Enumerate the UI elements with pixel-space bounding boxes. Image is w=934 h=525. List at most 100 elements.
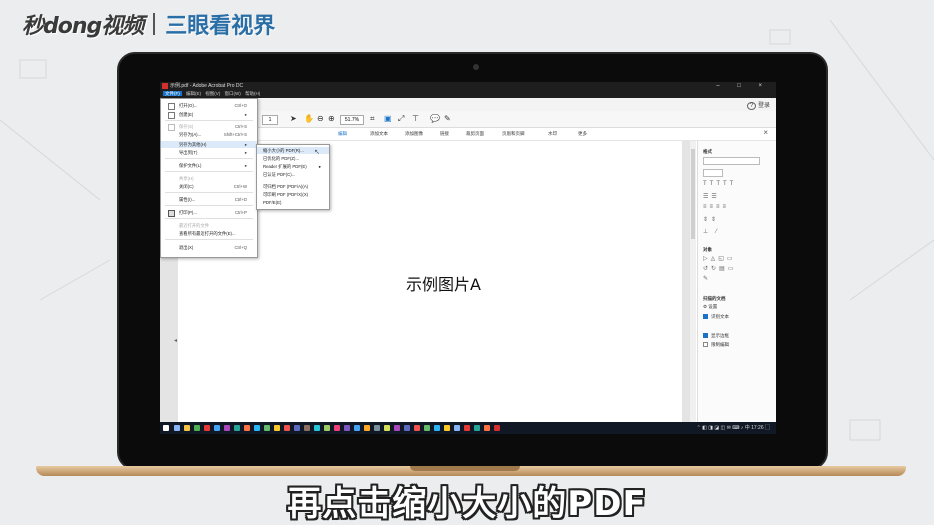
taskbar-app-icon[interactable] <box>334 425 340 431</box>
header-footer-button[interactable]: 页眉和页脚 <box>502 131 525 137</box>
start-icon[interactable] <box>163 425 169 431</box>
show-bbox-checkbox[interactable] <box>703 333 708 338</box>
window-controls[interactable]: – □ × <box>716 82 770 90</box>
fit-page-icon[interactable]: ▣ <box>384 114 392 123</box>
menu-help[interactable]: 帮助(H) <box>245 91 260 96</box>
taskbar-app-icon[interactable] <box>224 425 230 431</box>
taskbar-app-icon[interactable] <box>214 425 220 431</box>
taskbar-app-icon[interactable] <box>254 425 260 431</box>
edit-button[interactable]: 编辑 <box>338 131 347 137</box>
select-cursor-icon[interactable]: ➤ <box>290 114 297 123</box>
scrollbar-thumb[interactable] <box>691 149 695 239</box>
menu-item-export[interactable]: 导出到(T) ▸ <box>161 149 257 156</box>
help-icon[interactable]: ? <box>746 102 757 110</box>
restrict-edit-checkbox[interactable] <box>703 342 708 347</box>
taskbar-app-icon[interactable] <box>424 425 430 431</box>
taskbar-app-icon[interactable] <box>284 425 290 431</box>
submenu-item-pdfe[interactable]: PDF/E(E) <box>257 199 329 206</box>
taskbar-app-icon[interactable] <box>354 425 360 431</box>
font-size-select[interactable] <box>703 169 723 177</box>
taskbar-app-icon[interactable] <box>204 425 210 431</box>
list-icons[interactable]: ☰☰ <box>703 193 720 200</box>
zoom-in-icon[interactable]: ⊕ <box>328 114 335 123</box>
font-select[interactable] <box>703 157 760 165</box>
taskbar-app-icon[interactable] <box>474 425 480 431</box>
submenu-item-optimized-pdf[interactable]: 已优化的 PDF(Z)... <box>257 155 329 162</box>
menu-item-print[interactable]: 打印(P)... Ctrl+P <box>161 209 257 217</box>
zoom-input[interactable]: 51.7% <box>340 115 364 125</box>
taskbar-app-icon[interactable] <box>324 425 330 431</box>
taskbar-app-icon[interactable] <box>484 425 490 431</box>
menu-item-label: 保护文件(L) <box>179 163 202 168</box>
taskbar-app-icon[interactable] <box>394 425 400 431</box>
scale-icons[interactable]: ⊥ ⁄ <box>703 228 720 235</box>
menu-item-open[interactable]: 打开(O)... Ctrl+O <box>161 102 257 110</box>
taskbar-app-icon[interactable] <box>444 425 450 431</box>
page-number-input[interactable]: 1 <box>262 115 278 125</box>
vertical-scrollbar[interactable] <box>690 141 696 422</box>
menu-item-protect[interactable]: 保护文件(L) ▸ <box>161 162 257 169</box>
taskbar-app-icon[interactable] <box>194 425 200 431</box>
submenu-item-pdfa[interactable]: 可归档 PDF (PDF/A)(A) <box>257 183 329 190</box>
menu-view[interactable]: 视图(V) <box>205 91 220 96</box>
read-mode-icon[interactable]: ⊤ <box>412 114 419 123</box>
taskbar-app-icon[interactable] <box>314 425 320 431</box>
taskbar-app-icon[interactable] <box>414 425 420 431</box>
taskbar-app-icon[interactable] <box>234 425 240 431</box>
more-button[interactable]: 更多 <box>578 131 587 137</box>
menu-item-save-as[interactable]: 另存为(A)... Shift+Ctrl+S <box>161 131 257 138</box>
crop-icon[interactable]: ⌗ <box>370 114 375 124</box>
menu-item-save[interactable]: 保存(S) Ctrl+S <box>161 123 257 131</box>
object-tools-icons[interactable]: ▷◬◱▭ <box>703 255 736 262</box>
menu-window[interactable]: 窗口(W) <box>225 91 241 96</box>
taskbar-app-icon[interactable] <box>274 425 280 431</box>
pen-icon[interactable]: ✎ <box>444 114 451 123</box>
taskbar-app-icon[interactable] <box>184 425 190 431</box>
taskbar-app-icon[interactable] <box>454 425 460 431</box>
taskbar-app-icon[interactable] <box>374 425 380 431</box>
hand-icon[interactable]: ✋ <box>304 114 314 123</box>
recognize-text-checkbox[interactable] <box>703 314 708 319</box>
add-image-button[interactable]: 添加图像 <box>405 131 423 137</box>
taskbar-app-icon[interactable] <box>174 425 180 431</box>
text-style-icons[interactable]: TTTTT <box>703 181 736 187</box>
rotate-icons[interactable]: ↺↻▤▭ <box>703 265 736 272</box>
submenu-item-pdfx[interactable]: 可印刷 PDF (PDF/X)(X) <box>257 191 329 198</box>
menu-file[interactable]: 文件(F) <box>163 91 182 96</box>
submenu-item-reader-extended[interactable]: Reader 扩展的 PDF(E) ▸ <box>257 163 329 170</box>
watermark-button[interactable]: 水印 <box>548 131 557 137</box>
comment-icon[interactable]: 💬 <box>430 114 440 123</box>
add-text-button[interactable]: 添加文本 <box>370 131 388 137</box>
settings-link[interactable]: ⚙ 设置 <box>703 304 717 310</box>
taskbar-acrobat-icon[interactable] <box>494 425 500 431</box>
link-button[interactable]: 链接 <box>440 131 449 137</box>
menu-item-view-recent[interactable]: 查看所有最近打开的文件(E)... <box>161 230 257 237</box>
menu-item-exit[interactable]: 退出(X) Ctrl+Q <box>161 244 257 251</box>
menu-item-create[interactable]: 创建(E) ▸ <box>161 111 257 119</box>
menu-item-properties[interactable]: 属性(I)... Ctrl+D <box>161 196 257 203</box>
menu-item-share[interactable]: 共享(H) <box>161 175 257 182</box>
menu-edit[interactable]: 编辑(E) <box>186 91 201 96</box>
align-icons[interactable]: ≡≡≡≡ <box>703 204 729 210</box>
left-pane-toggle-icon[interactable]: ◂ <box>174 337 177 344</box>
zoom-out-icon[interactable]: ⊖ <box>317 114 324 123</box>
edit-object-icon[interactable]: ✎ <box>703 275 711 282</box>
menu-item-save-as-other[interactable]: 另存为其他(H) ▸ <box>161 141 257 148</box>
menu-item-close[interactable]: 关闭(C) Ctrl+W <box>161 183 257 190</box>
taskbar-app-icon[interactable] <box>344 425 350 431</box>
login-link[interactable]: 登录 <box>758 103 770 109</box>
spacing-icons[interactable]: ⇕⇕ <box>703 216 719 223</box>
close-edit-icon[interactable]: × <box>763 128 768 137</box>
taskbar-app-icon[interactable] <box>264 425 270 431</box>
taskbar-app-icon[interactable] <box>364 425 370 431</box>
taskbar-app-icon[interactable] <box>384 425 390 431</box>
full-screen-icon[interactable]: ⤢ <box>398 114 404 124</box>
taskbar-app-icon[interactable] <box>294 425 300 431</box>
taskbar-app-icon[interactable] <box>464 425 470 431</box>
submenu-item-certified-pdf[interactable]: 已认证 PDF(C)... <box>257 171 329 178</box>
taskbar-app-icon[interactable] <box>404 425 410 431</box>
taskbar-app-icon[interactable] <box>304 425 310 431</box>
taskbar-app-icon[interactable] <box>434 425 440 431</box>
taskbar-app-icon[interactable] <box>244 425 250 431</box>
crop-pages-button[interactable]: 裁剪页面 <box>466 131 484 137</box>
